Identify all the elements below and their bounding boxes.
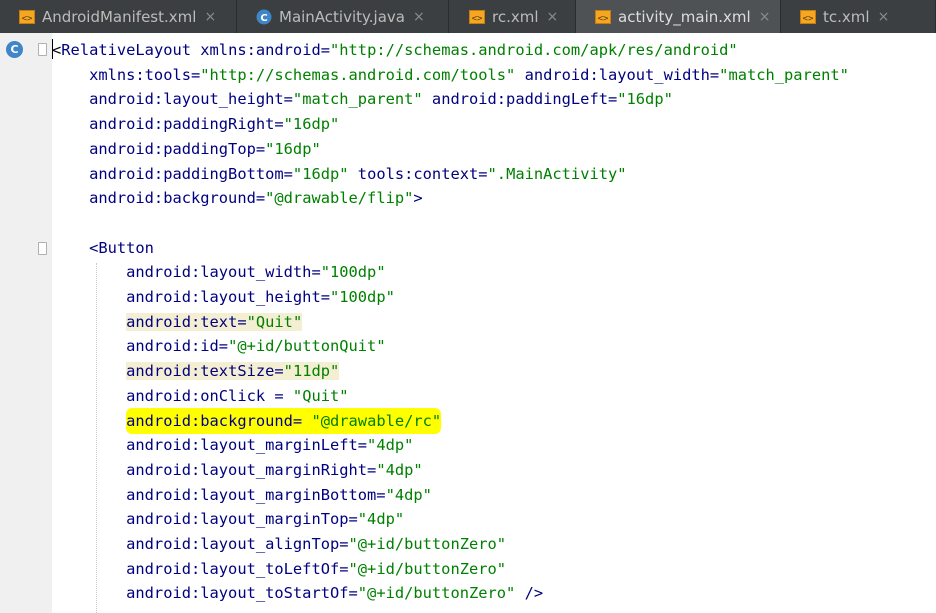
tab-label: MainActivity.java [279, 7, 405, 26]
code-line: android:paddingBottom="16dp" tools:conte… [52, 164, 627, 183]
code-line: android:layout_width="100dp" [52, 263, 386, 282]
close-tab-icon[interactable]: × [878, 9, 890, 25]
editor-gutter: C [0, 33, 52, 613]
tab-activity-main-xml[interactable]: <> activity_main.xml × [576, 0, 781, 33]
xml-file-icon: <> [19, 9, 35, 25]
tab-label: rc.xml [492, 7, 539, 26]
code-line: android:background= "@drawable/rc" [52, 407, 442, 434]
svg-text:<>: <> [22, 14, 33, 24]
code-line: android:paddingRight="16dp" [52, 115, 340, 134]
code-line: android:layout_marginTop="4dp" [52, 510, 405, 529]
tab-androidmanifest-xml[interactable]: <> AndroidManifest.xml × [0, 0, 237, 33]
code-line: xmlns:tools="http://schemas.android.com/… [52, 65, 849, 84]
close-tab-icon[interactable]: × [204, 9, 216, 25]
close-tab-icon[interactable]: × [547, 9, 559, 25]
code-line: android:background="@drawable/flip"> [52, 189, 423, 208]
svg-text:<>: <> [472, 14, 483, 24]
code-line: android:id="@+id/buttonQuit" [52, 337, 386, 356]
close-tab-icon[interactable]: × [759, 9, 771, 25]
code-line: android:paddingTop="16dp" [52, 139, 321, 158]
code-line: <Button [52, 238, 154, 257]
xml-file-icon: <> [595, 9, 611, 25]
code-line: android:layout_marginRight="4dp" [52, 460, 423, 479]
tab-label: tc.xml [823, 7, 870, 26]
tab-mainactivity-java[interactable]: C MainActivity.java × [237, 0, 449, 33]
tab-rc-xml[interactable]: <> rc.xml × [450, 0, 576, 33]
code-editor[interactable]: C <RelativeLayout xmlns:android="http://… [0, 33, 936, 613]
java-class-icon: C [256, 9, 272, 25]
code-line: android:layout_height="100dp" [52, 288, 395, 306]
xml-file-icon: <> [800, 9, 816, 25]
xml-file-icon: <> [469, 9, 485, 25]
class-badge-icon: C [6, 41, 23, 58]
tab-tc-xml[interactable]: <> tc.xml × [781, 0, 936, 33]
svg-text:C: C [260, 13, 267, 24]
code-line: <RelativeLayout xmlns:android="http://sc… [52, 41, 738, 59]
code-line: android:layout_toLeftOf="@+id/buttonZero… [52, 559, 507, 578]
code-line: android:layout_height="match_parent" and… [52, 90, 673, 109]
code-line: android:layout_marginLeft="4dp" [52, 436, 414, 455]
close-tab-icon[interactable]: × [413, 9, 425, 25]
code-line: android:onClick = "Quit" [52, 386, 349, 405]
code-line: android:layout_alignTop="@+id/buttonZero… [52, 535, 507, 553]
code-line: android:layout_marginBottom="4dp" [52, 485, 432, 504]
tab-label: AndroidManifest.xml [42, 7, 197, 26]
fold-marker-icon[interactable] [38, 242, 47, 255]
fold-marker-icon[interactable] [38, 43, 47, 56]
code-line: android:textSize="11dp" [126, 362, 340, 381]
editor-tab-bar: <> AndroidManifest.xml × C MainActivity.java… [0, 0, 936, 33]
code-line: android:layout_toStartOf="@+id/buttonZer… [52, 584, 544, 603]
svg-text:<>: <> [598, 14, 609, 24]
code-line: android:text="Quit" [126, 312, 303, 331]
tab-label: activity_main.xml [618, 7, 751, 26]
svg-text:<>: <> [803, 14, 814, 24]
